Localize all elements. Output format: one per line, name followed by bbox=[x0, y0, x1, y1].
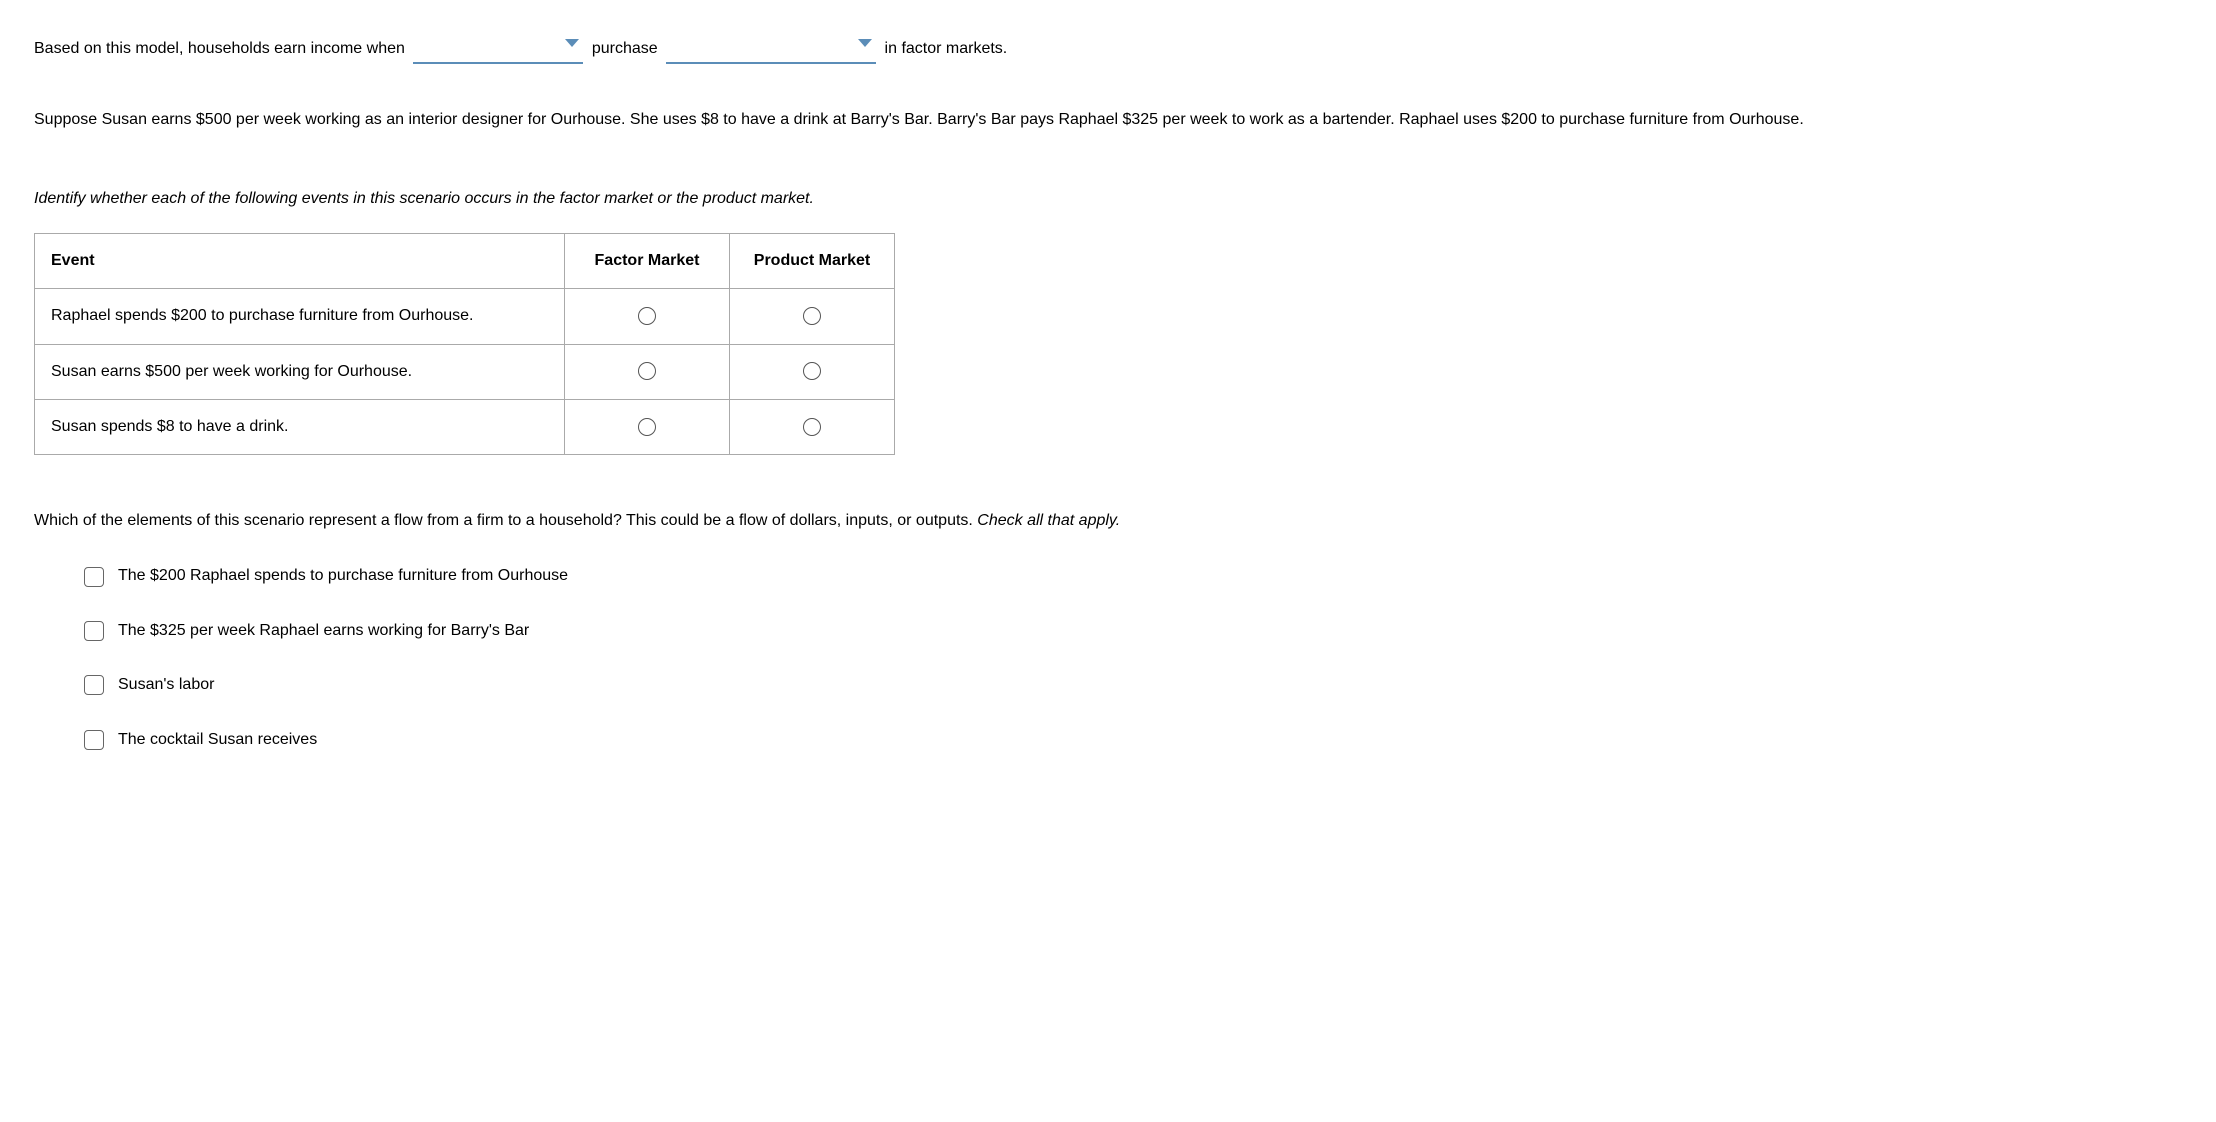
table-row: Susan earns $500 per week working for Ou… bbox=[35, 344, 895, 399]
dropdown-1[interactable] bbox=[413, 30, 583, 64]
fill-in-sentence: Based on this model, households earn inc… bbox=[34, 30, 2182, 64]
radio-factor-0[interactable] bbox=[638, 307, 656, 325]
header-event: Event bbox=[35, 233, 565, 288]
dropdown-2[interactable] bbox=[666, 30, 876, 64]
instruction-1: Identify whether each of the following e… bbox=[34, 184, 2182, 214]
checkbox-2[interactable] bbox=[84, 675, 104, 695]
table-row: Susan spends $8 to have a drink. bbox=[35, 399, 895, 454]
event-cell: Raphael spends $200 to purchase furnitur… bbox=[35, 289, 565, 344]
q2-text: Which of the elements of this scenario r… bbox=[34, 512, 977, 529]
check-item: Susan's labor bbox=[84, 670, 2182, 700]
checkbox-1[interactable] bbox=[84, 621, 104, 641]
event-cell: Susan spends $8 to have a drink. bbox=[35, 399, 565, 454]
radio-product-2[interactable] bbox=[803, 418, 821, 436]
check-label: The cocktail Susan receives bbox=[118, 725, 317, 755]
check-label: The $200 Raphael spends to purchase furn… bbox=[118, 561, 568, 591]
table-row: Raphael spends $200 to purchase furnitur… bbox=[35, 289, 895, 344]
check-label: The $325 per week Raphael earns working … bbox=[118, 616, 529, 646]
check-item: The $200 Raphael spends to purchase furn… bbox=[84, 561, 2182, 591]
checkbox-3[interactable] bbox=[84, 730, 104, 750]
q2-emphasis: Check all that apply. bbox=[977, 512, 1120, 529]
checkbox-0[interactable] bbox=[84, 567, 104, 587]
sentence-part3: in factor markets. bbox=[885, 40, 1008, 57]
radio-product-0[interactable] bbox=[803, 307, 821, 325]
check-item: The $325 per week Raphael earns working … bbox=[84, 616, 2182, 646]
check-item: The cocktail Susan receives bbox=[84, 725, 2182, 755]
radio-factor-1[interactable] bbox=[638, 362, 656, 380]
header-factor: Factor Market bbox=[565, 233, 730, 288]
table-header-row: Event Factor Market Product Market bbox=[35, 233, 895, 288]
market-table: Event Factor Market Product Market Rapha… bbox=[34, 233, 895, 456]
caret-down-icon bbox=[858, 39, 872, 47]
sentence-part1: Based on this model, households earn inc… bbox=[34, 40, 405, 57]
radio-factor-2[interactable] bbox=[638, 418, 656, 436]
radio-product-1[interactable] bbox=[803, 362, 821, 380]
scenario-paragraph: Suppose Susan earns $500 per week workin… bbox=[34, 104, 2182, 136]
sentence-part2: purchase bbox=[592, 40, 658, 57]
question-2: Which of the elements of this scenario r… bbox=[34, 505, 2182, 537]
caret-down-icon bbox=[565, 39, 579, 47]
checklist: The $200 Raphael spends to purchase furn… bbox=[34, 561, 2182, 755]
header-product: Product Market bbox=[730, 233, 895, 288]
event-cell: Susan earns $500 per week working for Ou… bbox=[35, 344, 565, 399]
check-label: Susan's labor bbox=[118, 670, 214, 700]
